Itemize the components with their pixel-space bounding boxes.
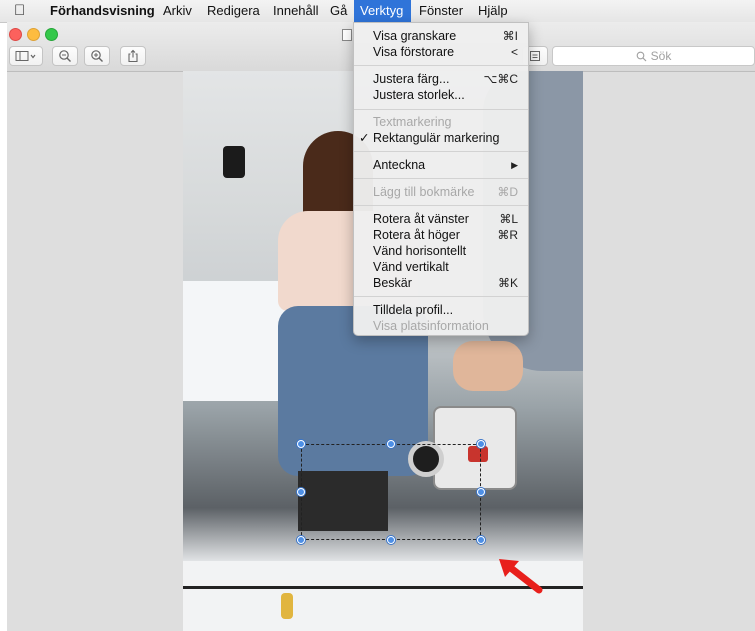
rectangular-selection[interactable]: [301, 444, 481, 540]
menu-item-shortcut: ⌘D: [497, 185, 518, 199]
menu-item-shortcut: ⌘K: [497, 276, 518, 290]
close-window-button[interactable]: [9, 28, 22, 41]
menu-item-label: Rotera åt vänster: [373, 212, 469, 226]
menu-item-textmarkering: Textmarkering: [354, 114, 528, 130]
selection-handle-bottom-right[interactable]: [477, 536, 485, 544]
share-icon: [128, 49, 138, 63]
menu-separator: [354, 109, 528, 110]
search-icon: [636, 51, 647, 61]
menu-item-rektangular-markering[interactable]: ✓ Rektangulär markering: [354, 130, 528, 146]
menu-item-vand-horisontellt[interactable]: Vänd horisontellt: [354, 243, 528, 259]
menu-separator: [354, 178, 528, 179]
selection-handle-bottom-middle[interactable]: [387, 536, 395, 544]
menu-ga[interactable]: Gå: [324, 0, 353, 22]
menu-innehall[interactable]: Innehåll: [267, 0, 325, 22]
menu-arkiv[interactable]: Arkiv: [157, 0, 198, 22]
menu-item-label: Vänd vertikalt: [373, 260, 449, 274]
menu-item-anteckna[interactable]: Anteckna ▶: [354, 157, 528, 173]
verktyg-dropdown-menu: Visa granskare ⌘I Visa förstorare < Just…: [353, 22, 529, 336]
share-button[interactable]: [120, 46, 146, 66]
selection-handle-middle-left[interactable]: [297, 488, 305, 496]
toy-figure: [281, 593, 293, 619]
menu-separator: [354, 151, 528, 152]
menu-item-label: Lägg till bokmärke: [373, 185, 475, 199]
apple-menu-icon[interactable]: : [14, 0, 25, 22]
menu-item-tilldela-profil[interactable]: Tilldela profil...: [354, 302, 528, 318]
zoom-window-button[interactable]: [45, 28, 58, 41]
sidebar-toggle-button[interactable]: [9, 46, 43, 66]
menu-item-label: Justera storlek...: [373, 88, 465, 102]
zoom-in-icon: [91, 50, 103, 62]
menu-item-lagg-till-bokmarke: Lägg till bokmärke ⌘D: [354, 184, 528, 200]
menu-item-label: Visa granskare: [373, 29, 457, 43]
zoom-out-button[interactable]: [52, 46, 78, 66]
selection-handle-middle-right[interactable]: [477, 488, 485, 496]
menu-item-shortcut: ⌘L: [499, 212, 518, 226]
menu-item-visa-platsinformation: Visa platsinformation: [354, 318, 528, 334]
menu-item-vand-vertikalt[interactable]: Vänd vertikalt: [354, 259, 528, 275]
menu-bar:  Förhandsvisning Arkiv Redigera Innehål…: [0, 0, 755, 23]
document-proxy-icon[interactable]: [342, 29, 352, 41]
sidebar-icon: [15, 51, 36, 61]
menu-item-rotera-vanster[interactable]: Rotera åt vänster ⌘L: [354, 211, 528, 227]
menu-app-name[interactable]: Förhandsvisning: [44, 0, 161, 22]
menu-item-shortcut: <: [510, 45, 518, 59]
menu-item-beskar[interactable]: Beskär ⌘K: [354, 275, 528, 291]
menu-separator: [354, 65, 528, 66]
selection-handle-top-middle[interactable]: [387, 440, 395, 448]
menu-item-justera-farg[interactable]: Justera färg... ⌥⌘C: [354, 71, 528, 87]
search-field[interactable]: Sök: [552, 46, 755, 66]
menu-item-label: Rotera åt höger: [373, 228, 460, 242]
menu-fonster[interactable]: Fönster: [413, 0, 469, 22]
selection-handle-top-right[interactable]: [477, 440, 485, 448]
zoom-out-icon: [59, 50, 71, 62]
menu-item-label: Vänd horisontellt: [373, 244, 467, 258]
zoom-in-button[interactable]: [84, 46, 110, 66]
window-light: [183, 281, 293, 401]
minimize-window-button[interactable]: [27, 28, 40, 41]
person-right-hand: [453, 341, 523, 391]
menu-redigera[interactable]: Redigera: [201, 0, 266, 22]
menu-separator: [354, 296, 528, 297]
menu-item-shortcut: ⌘R: [497, 228, 518, 242]
menu-item-justera-storlek[interactable]: Justera storlek...: [354, 87, 528, 103]
markup-icon: [530, 51, 540, 61]
menu-item-shortcut: ⌥⌘C: [483, 72, 519, 86]
selection-handle-bottom-left[interactable]: [297, 536, 305, 544]
checkmark-icon: ✓: [359, 131, 370, 145]
menu-item-shortcut: ⌘I: [502, 29, 518, 43]
menu-verktyg[interactable]: Verktyg: [354, 0, 411, 22]
menu-item-label: Visa förstorare: [373, 45, 455, 59]
menu-item-rotera-hoger[interactable]: Rotera åt höger ⌘R: [354, 227, 528, 243]
menu-hjalp[interactable]: Hjälp: [472, 0, 514, 22]
menu-item-visa-forstorare[interactable]: Visa förstorare <: [354, 44, 528, 60]
menu-item-label: Anteckna: [373, 158, 426, 172]
menu-item-label: Tilldela profil...: [373, 303, 454, 317]
menu-item-label: Rektangulär markering: [373, 131, 500, 145]
search-placeholder: Sök: [650, 49, 672, 63]
menu-item-label: Beskär: [373, 276, 412, 290]
menu-separator: [354, 205, 528, 206]
ceiling-lamp: [223, 146, 245, 178]
menu-item-label: Justera färg...: [373, 72, 450, 86]
menu-item-label: Textmarkering: [373, 115, 452, 129]
menu-item-label: Visa platsinformation: [373, 319, 489, 333]
red-arrow-icon: [499, 559, 543, 594]
selection-handle-top-left[interactable]: [297, 440, 305, 448]
submenu-arrow-icon: ▶: [511, 160, 518, 170]
menu-item-visa-granskare[interactable]: Visa granskare ⌘I: [354, 28, 528, 44]
